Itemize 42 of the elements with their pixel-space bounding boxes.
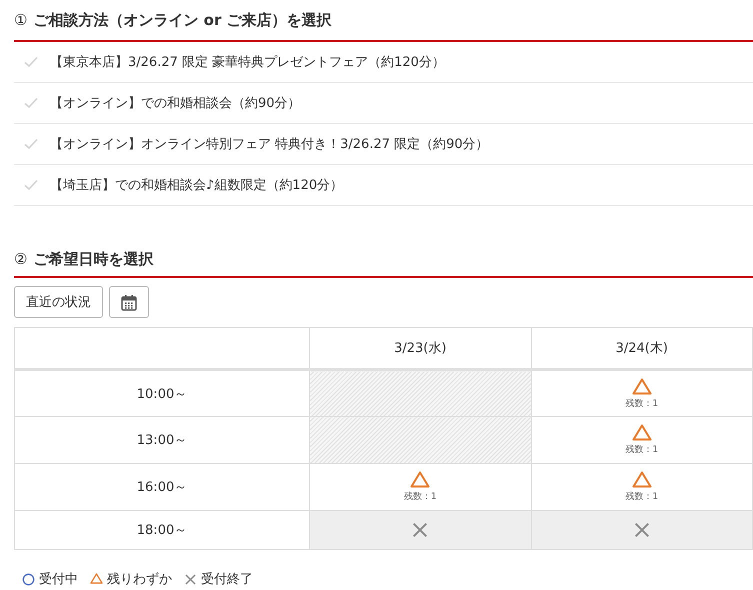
check-icon: [24, 56, 38, 68]
triangle-icon: [90, 573, 103, 585]
plan-item[interactable]: 【オンライン】での和婚相談会（約90分）: [14, 83, 753, 124]
legend-label: 受付中: [39, 571, 78, 588]
remaining-count: 残数：1: [625, 444, 658, 456]
section-title: ご希望日時を選択: [33, 250, 154, 268]
legend-label: 受付終了: [201, 571, 253, 588]
triangle-icon: [632, 471, 652, 488]
plan-label: 【埼玉店】での和婚相談会♪組数限定（約120分）: [50, 177, 344, 194]
time-cell: 10:00～: [14, 370, 310, 416]
remaining-count: 残数：1: [404, 490, 437, 503]
time-cell: 16:00～: [14, 464, 310, 510]
slot-cell[interactable]: 残数：1: [531, 370, 752, 416]
calendar-button[interactable]: [109, 286, 149, 318]
slot-cell[interactable]: 残数：1: [531, 416, 752, 464]
plan-item[interactable]: 【オンライン】オンライン特別フェア 特典付き！3/26.27 限定（約90分）: [14, 124, 753, 165]
plan-label: 【オンライン】オンライン特別フェア 特典付き！3/26.27 限定（約90分）: [50, 136, 489, 153]
recent-status-button[interactable]: 直近の状況: [14, 286, 103, 318]
step-number: ②: [14, 250, 28, 268]
remaining-count: 残数：1: [625, 398, 658, 410]
triangle-icon: [410, 471, 430, 488]
triangle-icon: [632, 378, 652, 394]
step-number: ①: [14, 11, 28, 29]
date-header: 3/24(木): [531, 328, 752, 370]
triangle-icon: [632, 424, 652, 441]
cross-icon: [632, 521, 651, 539]
check-icon: [24, 179, 38, 191]
check-icon: [24, 97, 38, 109]
plan-label: 【東京本店】3/26.27 限定 豪華特典プレゼントフェア（約120分）: [50, 54, 445, 71]
plan-label: 【オンライン】での和婚相談会（約90分）: [50, 95, 301, 112]
cross-icon: [184, 572, 197, 586]
plan-item[interactable]: 【東京本店】3/26.27 限定 豪華特典プレゼントフェア（約120分）: [14, 42, 753, 83]
time-cell: 13:00～: [14, 416, 310, 464]
legend-label: 残りわずか: [107, 571, 172, 588]
remaining-count: 残数：1: [625, 490, 658, 503]
time-cell: 18:00～: [14, 510, 310, 550]
cross-icon: [411, 521, 430, 539]
section-title: ご相談方法（オンライン or ご来店）を選択: [33, 10, 332, 30]
circle-icon: [22, 572, 35, 586]
plan-item[interactable]: 【埼玉店】での和婚相談会♪組数限定（約120分）: [14, 165, 753, 206]
calendar-icon: [121, 294, 137, 310]
check-icon: [24, 138, 38, 150]
